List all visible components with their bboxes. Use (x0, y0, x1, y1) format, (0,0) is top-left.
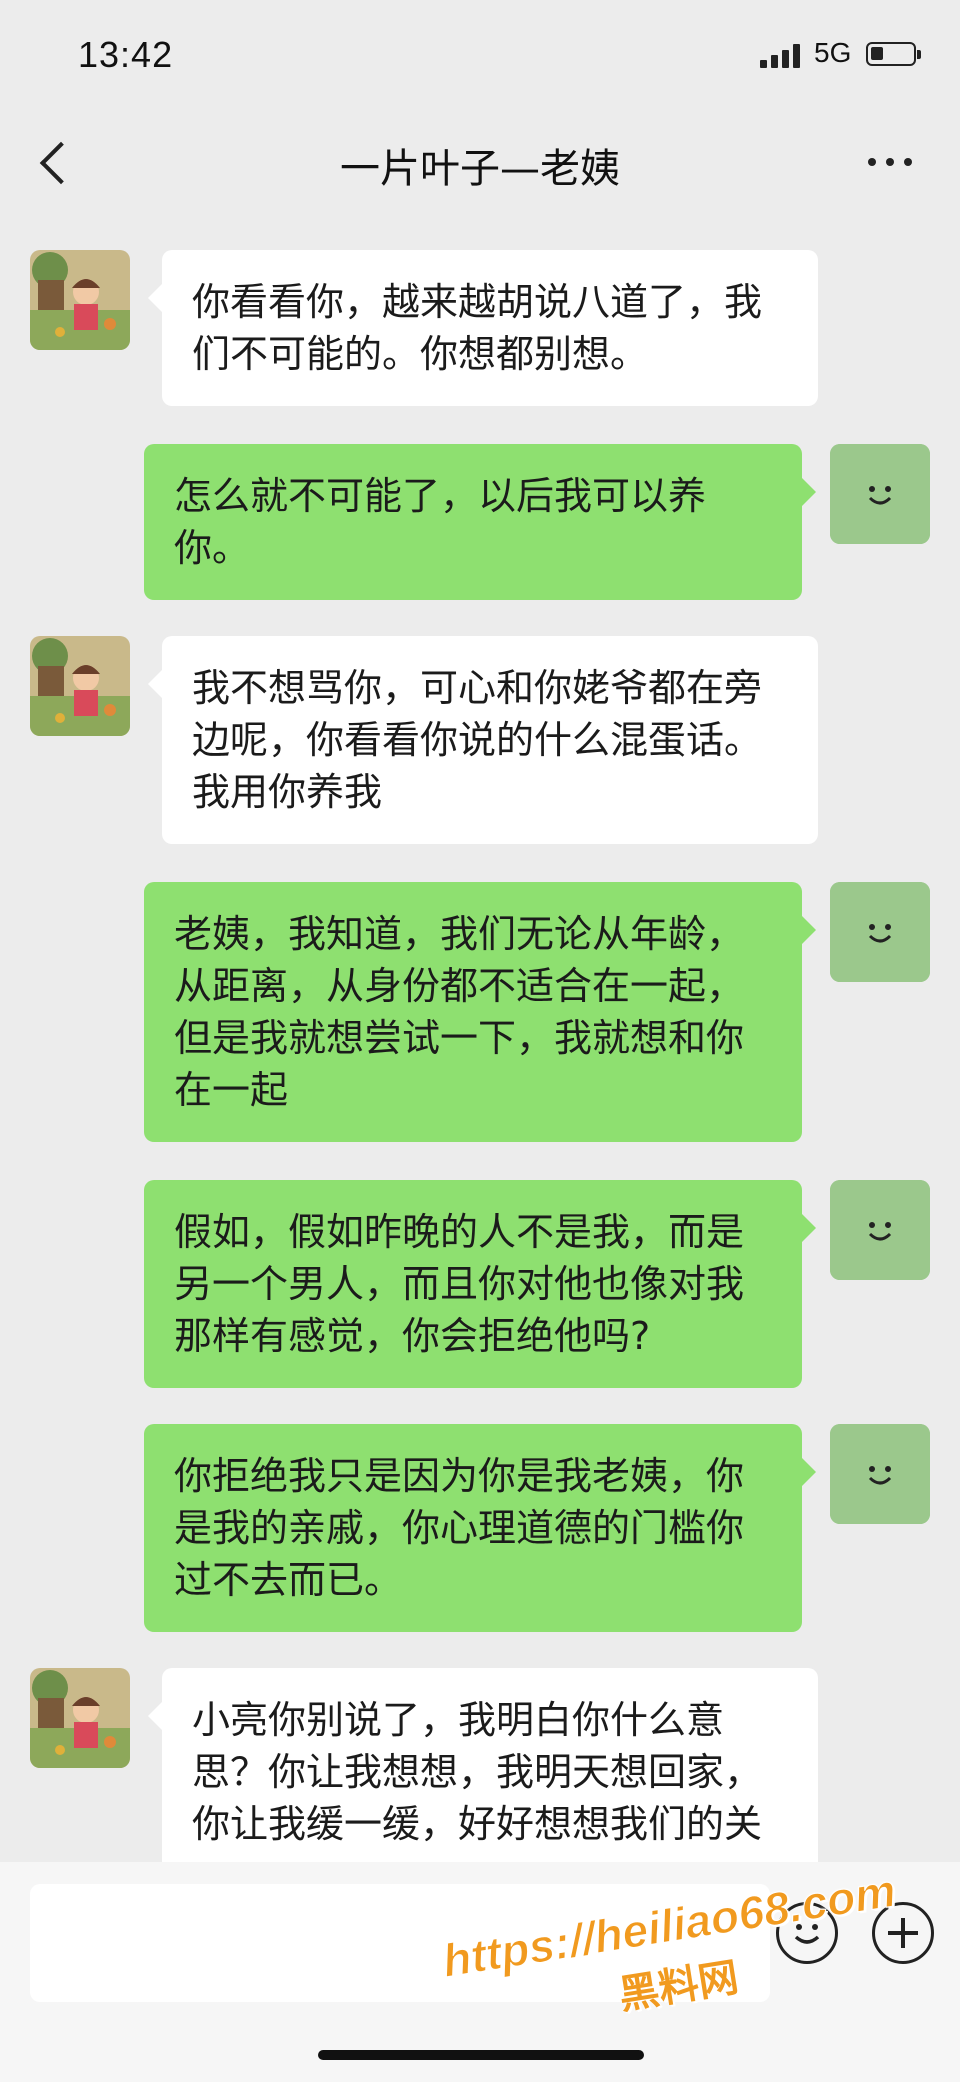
message-text: 我用你养我 (192, 770, 383, 814)
message-text: 那样有感觉，你会拒绝他吗? (174, 1314, 651, 1358)
user-avatar[interactable] (830, 1424, 930, 1524)
message-text: 你看看你，越来越胡说八道了，我 (192, 280, 763, 324)
user-avatar[interactable] (830, 444, 930, 544)
message-bubble-outgoing: 怎么就不可能了，以后我可以养 你。 (144, 444, 816, 600)
more-dots-icon[interactable] (860, 136, 920, 186)
status-time: 13:42 (78, 34, 174, 75)
message-bubble-incoming: 小亮你别说了，我明白你什么意 思？你让我想想，我明天想回家， 你让我缓一缓，好好… (148, 1668, 818, 1876)
message-text: 边呢，你看看你说的什么混蛋话。 (192, 718, 763, 762)
message-text: 我不想骂你，可心和你姥爷都在旁 (192, 666, 763, 710)
contact-avatar[interactable] (30, 250, 130, 350)
message-text: 你。 (174, 526, 251, 570)
network-label: 5G (814, 37, 852, 68)
message-text: 老姨，我知道，我们无论从年龄， (174, 912, 745, 956)
message-bubble-outgoing: 老姨，我知道，我们无论从年龄， 从距离，从身份都不适合在一起， 但是我就想尝试一… (144, 882, 816, 1142)
status-bar: 13:42 5G (0, 0, 960, 110)
contact-avatar[interactable] (30, 636, 130, 736)
user-avatar[interactable] (830, 1180, 930, 1280)
message-bubble-outgoing: 假如，假如昨晚的人不是我，而是 另一个男人，而且你对他也像对我 那样有感觉，你会… (144, 1180, 816, 1388)
battery-icon (866, 42, 921, 66)
message-text: 思？你让我想想，我明天想回家， (192, 1750, 763, 1794)
message-text: 假如，假如昨晚的人不是我，而是 (174, 1210, 745, 1254)
message-text: 你让我缓一缓，好好想想我们的关 (192, 1802, 763, 1846)
message-bubble-incoming: 我不想骂你，可心和你姥爷都在旁 边呢，你看看你说的什么混蛋话。 我用你养我 (148, 636, 818, 844)
message-text: 但是我就想尝试一下，我就想和你 (174, 1016, 745, 1060)
message-text: 是我的亲戚，你心理道德的门槛你 (174, 1506, 745, 1550)
chat-header: 一片叶子—老姨 (0, 110, 960, 220)
user-avatar[interactable] (830, 882, 930, 982)
chat-title: 一片叶子—老姨 (340, 146, 620, 192)
signal-icon (760, 44, 806, 68)
message-text: 过不去而已。 (174, 1558, 403, 1602)
message-text: 另一个男人，而且你对他也像对我 (174, 1262, 745, 1306)
message-text: 在一起 (174, 1068, 289, 1112)
message-text: 怎么就不可能了，以后我可以养 (174, 474, 707, 518)
message-text: 们不可能的。你想都别想。 (192, 332, 649, 376)
message-bubble-incoming: 你看看你，越来越胡说八道了，我 们不可能的。你想都别想。 (148, 250, 818, 406)
message-text: 小亮你别说了，我明白你什么意 (192, 1698, 725, 1742)
message-text: 你拒绝我只是因为你是我老姨，你 (174, 1454, 745, 1498)
message-bubble-outgoing: 你拒绝我只是因为你是我老姨，你 是我的亲戚，你心理道德的门槛你 过不去而已。 (144, 1424, 816, 1632)
contact-avatar[interactable] (30, 1668, 130, 1768)
message-text: 从距离，从身份都不适合在一起， (174, 964, 745, 1008)
